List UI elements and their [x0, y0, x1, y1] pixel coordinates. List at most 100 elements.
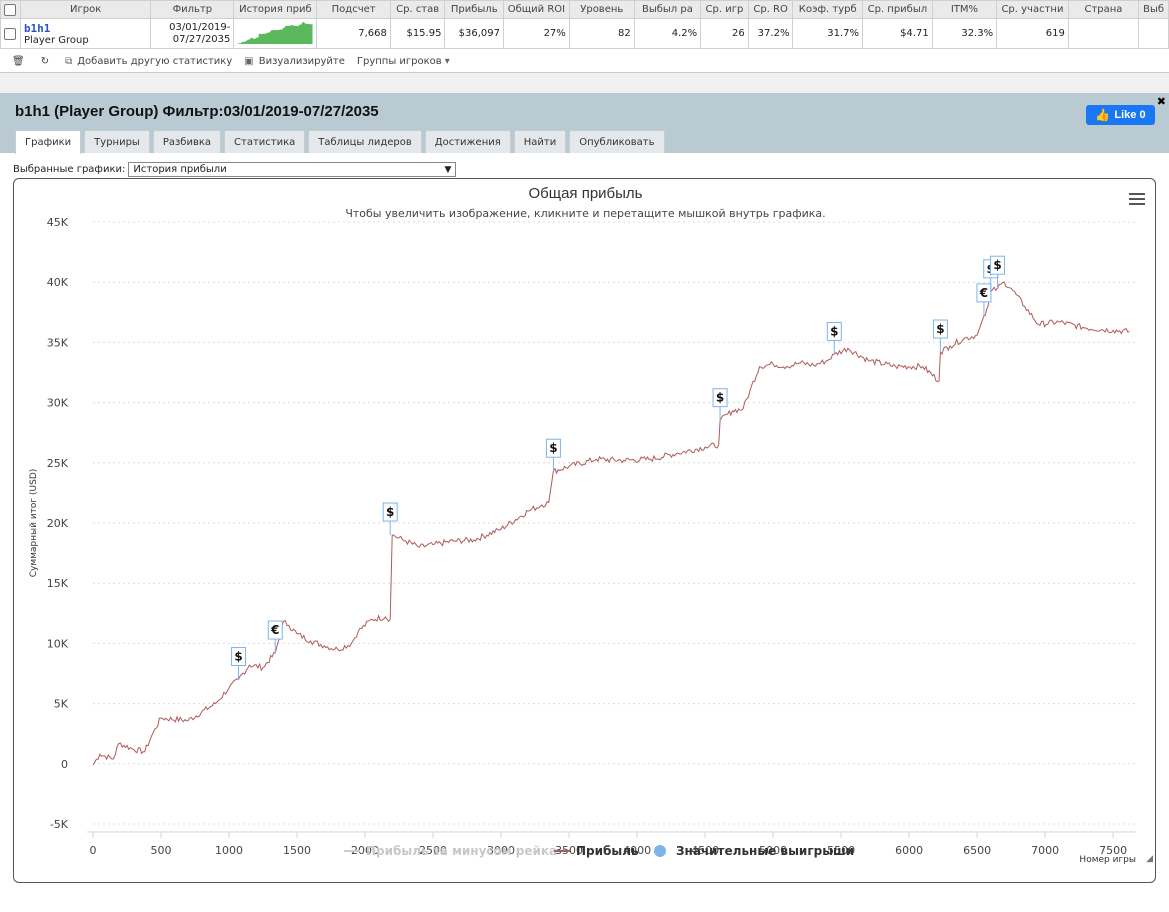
x-tick-label: 6500: [963, 844, 991, 857]
y-tick-label: -5K: [50, 818, 69, 831]
select-all-checkbox[interactable]: [4, 3, 17, 16]
column-header[interactable]: Фильтр: [150, 0, 235, 19]
row-select-cell[interactable]: [0, 18, 21, 49]
filter-date-start: 03/01/2019-: [169, 21, 231, 33]
y-tick-label: 30K: [47, 397, 69, 410]
x-axis-title: Номер игры: [1079, 855, 1136, 865]
column-header[interactable]: Ср. прибыл: [862, 0, 933, 19]
panel-header: b1h1 (Player Group) Фильтр:03/01/2019-07…: [0, 93, 1169, 154]
column-header[interactable]: Уровень: [568, 0, 635, 19]
x-tick-label: 1500: [283, 844, 311, 857]
chevron-down-icon: ▼: [444, 164, 452, 175]
stats-panel: Игрок Фильтр История приб Подсчет Ср. ст…: [0, 0, 1169, 73]
tab-leaderboards[interactable]: Таблицы лидеров: [308, 130, 422, 153]
itm-cell: 32.3%: [931, 18, 998, 49]
y-tick-label: 40K: [47, 276, 69, 289]
big-win-symbol: $: [234, 650, 242, 664]
add-stat-button[interactable]: ⧉ Добавить другую статистику: [65, 56, 232, 67]
column-header[interactable]: Страна: [1067, 0, 1140, 19]
table-row[interactable]: b1h1 Player Group 03/01/2019- 07/27/2035…: [0, 18, 1169, 49]
player-panel: b1h1 (Player Group) Фильтр:03/01/2019-07…: [0, 93, 1169, 912]
y-tick-label: 35K: [47, 336, 69, 349]
tab-breakdown[interactable]: Разбивка: [152, 130, 222, 153]
hamburger-menu-icon[interactable]: [1129, 193, 1145, 205]
panel-tabs: Графики Турниры Разбивка Статистика Табл…: [15, 130, 668, 154]
turbo-cell: 31.7%: [792, 18, 864, 49]
chart-canvas[interactable]: -5K05K10K15K20K25K30K35K40K45K0 500 1000 15…: [14, 179, 1157, 884]
visualize-button[interactable]: ▣ Визуализируйте: [244, 56, 345, 67]
profit-cell: $36,097: [444, 18, 505, 49]
tab-charts[interactable]: Графики: [15, 130, 82, 154]
column-header[interactable]: Прибыль: [444, 0, 505, 19]
y-tick-label: 25K: [47, 457, 69, 470]
visualize-label: Визуализируйте: [258, 55, 345, 67]
player-groups-dropdown[interactable]: Группы игроков ▾: [357, 56, 455, 67]
column-header[interactable]: Ср. игр: [700, 0, 749, 19]
resize-handle-icon[interactable]: ◢: [1146, 854, 1153, 864]
player-name-link[interactable]: b1h1: [24, 22, 147, 35]
count-cell: 7,668: [316, 18, 391, 49]
column-header[interactable]: Общий ROI: [503, 0, 570, 19]
tab-tournaments[interactable]: Турниры: [84, 130, 150, 153]
country-cell: [1067, 18, 1140, 49]
x-tick-label: 1000: [215, 844, 243, 857]
legend-label: Прибыль за минусом рейка: [366, 844, 557, 858]
graph-select[interactable]: История прибыли ▼: [128, 162, 457, 177]
sparkline-area: [237, 22, 313, 44]
profit-chart[interactable]: -5K 0 5K 10K 15K 20K 25K 30K 35K 40K 45K 0 500 1000 15…: [13, 178, 1156, 883]
column-header[interactable]: Выбыл ра: [633, 0, 702, 19]
big-win-symbol: $: [830, 324, 838, 338]
tab-statistics[interactable]: Статистика: [224, 130, 306, 153]
column-header[interactable]: Ср. став: [389, 0, 446, 19]
row-checkbox[interactable]: [4, 27, 17, 40]
graph-selector-row: Выбранные графики: История прибыли ▼: [13, 162, 457, 177]
column-header[interactable]: Ср. участни: [996, 0, 1069, 19]
avg-entrants-cell: 619: [996, 18, 1069, 49]
avg-stake-cell: $15.95: [389, 18, 446, 49]
y-tick-label: 10K: [47, 637, 69, 650]
column-header[interactable]: Подсчет: [316, 0, 391, 19]
y-tick-label: 0: [61, 758, 68, 771]
y-axis-title: Суммарный итог (USD): [29, 469, 39, 578]
legend-label: Прибыль: [576, 844, 639, 858]
big-win-symbol: $: [936, 322, 944, 336]
tab-publish[interactable]: Опубликовать: [569, 130, 665, 153]
column-header[interactable]: ITM%: [931, 0, 998, 19]
player-cell: b1h1 Player Group: [19, 18, 152, 49]
select-all-cell[interactable]: [0, 0, 21, 19]
tab-achievements[interactable]: Достижения: [424, 130, 511, 153]
stats-header-row: Игрок Фильтр История приб Подсчет Ср. ст…: [0, 0, 1169, 19]
y-tick-label: 5K: [54, 698, 69, 711]
trash-icon[interactable]: 🗑: [12, 56, 25, 67]
legend-item-big-wins[interactable]: Значительные выигрыши: [654, 844, 854, 858]
profit-sparkline-cell[interactable]: [233, 18, 318, 49]
player-group: Player Group: [23, 34, 89, 46]
chart-title: Общая прибыль: [528, 185, 643, 202]
refresh-icon[interactable]: ↻: [41, 56, 49, 67]
big-win-symbol: €: [979, 286, 988, 300]
legend-swatch: [654, 845, 666, 857]
big-win-symbol: $: [549, 441, 557, 455]
avg-roi-cell: 37.2%: [747, 18, 794, 49]
y-tick-label: 20K: [47, 517, 69, 530]
close-icon[interactable]: ✖: [1157, 95, 1166, 108]
image-icon: ▣: [244, 55, 254, 67]
column-header[interactable]: История приб: [233, 0, 318, 19]
stats-table: Игрок Фильтр История приб Подсчет Ср. ст…: [0, 0, 1169, 49]
caret-down-icon: ▾: [444, 55, 450, 67]
profit-sparkline: [237, 22, 313, 44]
extra-cell: [1138, 18, 1169, 49]
add-stat-label: Добавить другую статистику: [77, 55, 233, 67]
column-header[interactable]: Коэф. турб: [792, 0, 864, 19]
column-header[interactable]: Ср. RO: [747, 0, 794, 19]
column-header[interactable]: Выб: [1138, 0, 1169, 19]
tab-find[interactable]: Найти: [513, 130, 567, 153]
column-header[interactable]: Игрок: [19, 0, 152, 19]
x-tick-label: 0: [90, 844, 97, 857]
legend-item-rake[interactable]: Прибыль за минусом рейка: [344, 844, 557, 858]
stats-toolbar: 🗑 ↻ ⧉ Добавить другую статистику ▣ Визуа…: [0, 52, 1169, 70]
avg-games-cell: 26: [700, 18, 749, 49]
facebook-like-button[interactable]: 👍 Like 0: [1086, 105, 1155, 125]
big-win-symbol: $: [386, 505, 394, 519]
like-label: Like 0: [1114, 109, 1146, 121]
